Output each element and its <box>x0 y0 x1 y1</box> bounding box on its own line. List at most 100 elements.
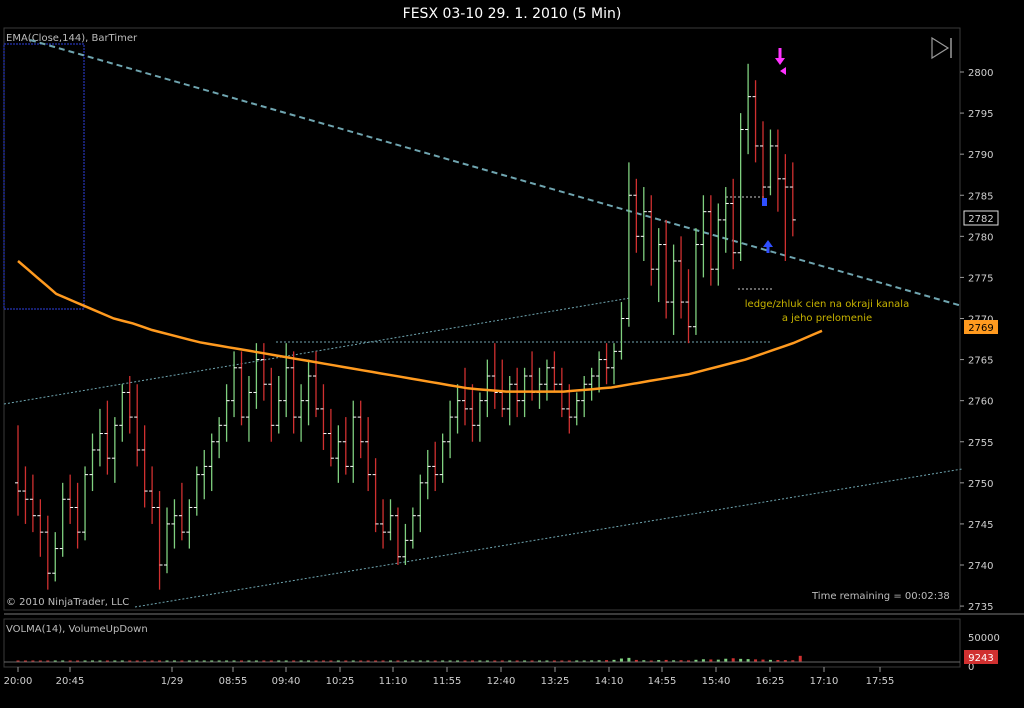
price-bar <box>625 162 632 327</box>
price-bar <box>663 219 670 319</box>
x-tick-label: 08:55 <box>219 676 248 687</box>
signal-marker-top-icon <box>762 198 767 206</box>
scroll-to-end-icon[interactable] <box>931 36 952 60</box>
price-bar <box>37 499 44 557</box>
price-bar <box>685 269 692 344</box>
price-bar <box>499 359 506 418</box>
x-tick-label: 20:45 <box>56 676 85 687</box>
price-bar <box>789 162 796 237</box>
y-tick-label: 2775 <box>968 273 993 284</box>
x-tick-label: 16:25 <box>756 676 785 687</box>
price-bar <box>633 178 640 253</box>
y-tick-label: 2795 <box>968 109 993 120</box>
price-bar <box>82 466 89 541</box>
svg-text:2782: 2782 <box>968 214 993 225</box>
y-tick-label: 2765 <box>968 356 993 367</box>
y-tick-label: 2740 <box>968 561 993 572</box>
y-tick-label: 2780 <box>968 232 993 243</box>
price-bar <box>462 367 468 426</box>
price-bar <box>126 376 133 434</box>
price-bar <box>670 244 677 335</box>
price-bar <box>447 400 454 459</box>
price-bar <box>15 425 21 516</box>
price-bar <box>327 408 334 467</box>
price-bar <box>469 384 476 442</box>
price-bar <box>611 343 617 385</box>
price-bar <box>409 507 416 549</box>
price-bar <box>573 392 580 426</box>
price-bar <box>484 359 491 418</box>
price-bar <box>782 154 789 261</box>
price-bar <box>178 482 185 541</box>
y-tick-label: 2800 <box>968 68 993 79</box>
chart-canvas[interactable]: EMA(Close,144), BarTimer VOLMA(14), Volu… <box>0 0 1024 708</box>
price-bar <box>707 195 714 286</box>
triangle-marker-icon <box>780 67 786 75</box>
x-tick-label: 15:40 <box>702 676 731 687</box>
y-tick-label: 2755 <box>968 438 993 449</box>
price-bar <box>29 474 36 533</box>
price-bar <box>245 376 252 442</box>
x-tick-label: 11:10 <box>379 676 408 687</box>
price-bar <box>104 400 111 475</box>
price-bar <box>141 425 148 508</box>
channel-lower-line[interactable] <box>134 468 963 608</box>
channel-upper-line[interactable] <box>3 297 631 405</box>
price-bar <box>439 433 446 483</box>
price-bar <box>216 417 223 459</box>
price-bar <box>335 425 342 483</box>
price-bar <box>111 417 118 483</box>
price-bar <box>305 359 312 426</box>
price-bar <box>543 359 550 401</box>
volume-bar <box>798 655 802 662</box>
volume-bar <box>619 658 623 662</box>
price-bar <box>424 449 431 500</box>
x-tick-label: 11:55 <box>433 676 462 687</box>
annotation-line-1[interactable]: ledge/zhluk cien na okraji kanala <box>745 299 909 310</box>
x-tick-label: 14:10 <box>595 676 624 687</box>
price-bar <box>678 236 685 319</box>
price-bar <box>171 499 178 549</box>
price-bar <box>692 228 699 335</box>
ema-144-line[interactable] <box>17 260 823 393</box>
price-bar <box>156 491 163 590</box>
price-bar <box>44 515 51 590</box>
descending-trendline[interactable] <box>29 39 963 307</box>
price-bar <box>454 384 461 434</box>
price-bar <box>700 195 707 278</box>
price-bar <box>536 367 543 409</box>
price-bar <box>372 458 379 533</box>
price-bar <box>655 228 662 303</box>
price-bar <box>737 113 744 261</box>
x-tick-label: 13:25 <box>541 676 570 687</box>
y-tick-label: 2745 <box>968 520 993 531</box>
price-bar <box>208 433 215 492</box>
price-bar <box>387 499 394 541</box>
price-bar <box>119 384 126 442</box>
x-tick-label: 20:00 <box>4 676 33 687</box>
last-price-tag: 2782 <box>963 210 999 226</box>
price-bar <box>74 482 81 549</box>
annotation-line-2[interactable]: a jeho prelomenie <box>782 313 872 324</box>
price-bar <box>730 178 737 270</box>
x-tick-label: 1/29 <box>161 676 183 687</box>
price-bar <box>350 400 357 483</box>
price-bar <box>89 433 96 492</box>
price-bar <box>648 195 655 286</box>
price-bar <box>298 384 305 442</box>
svg-text:2769: 2769 <box>968 323 993 334</box>
volume-bar <box>731 658 735 662</box>
price-bar <box>752 80 759 163</box>
price-bar <box>394 507 401 565</box>
volume-tick-50000: 50000 <box>968 633 1000 644</box>
price-bar <box>774 129 781 212</box>
price-bar <box>59 482 66 557</box>
volume-last-tag: 9243 <box>964 650 998 664</box>
selection-rectangle[interactable] <box>3 43 85 310</box>
price-bar <box>581 376 588 418</box>
price-indicator-label: EMA(Close,144), BarTimer <box>6 33 138 44</box>
price-bar <box>201 449 208 500</box>
ema-price-tag: 2769 <box>964 320 998 334</box>
x-tick-label: 10:25 <box>326 676 355 687</box>
price-bar <box>551 351 558 393</box>
